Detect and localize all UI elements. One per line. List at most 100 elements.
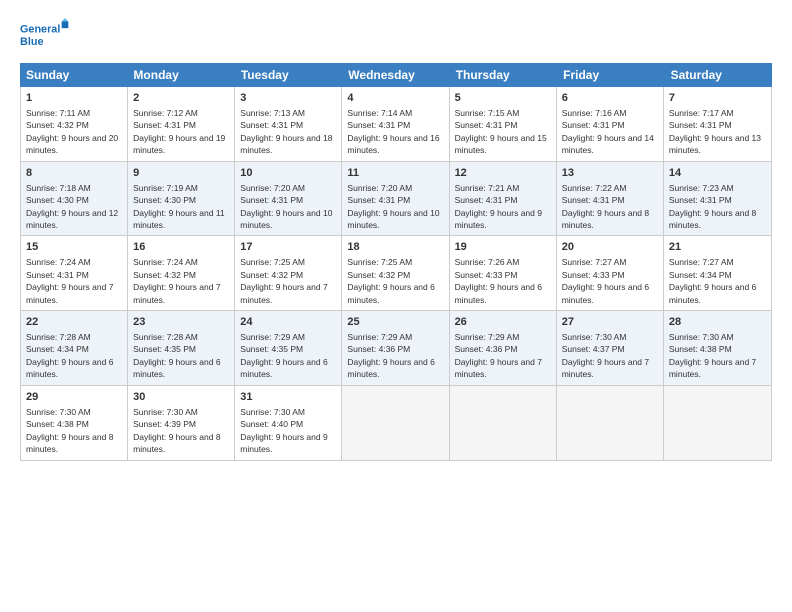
day-daylight: Daylight: 9 hours and 7 minutes.: [133, 282, 220, 304]
day-daylight: Daylight: 9 hours and 16 minutes.: [347, 133, 439, 155]
day-number: 8: [26, 166, 122, 181]
calendar-body-outer: 1Sunrise: 7:11 AMSunset: 4:32 PMDaylight…: [20, 87, 772, 461]
day-daylight: Daylight: 9 hours and 8 minutes.: [669, 208, 756, 230]
calendar-cell: 3Sunrise: 7:13 AMSunset: 4:31 PMDaylight…: [235, 87, 342, 161]
calendar-cell: 21Sunrise: 7:27 AMSunset: 4:34 PMDayligh…: [664, 236, 771, 310]
day-sunrise: Sunrise: 7:21 AM: [455, 183, 520, 193]
day-sunrise: Sunrise: 7:20 AM: [347, 183, 412, 193]
calendar-row-3: 15Sunrise: 7:24 AMSunset: 4:31 PMDayligh…: [21, 236, 771, 311]
calendar-cell: 1Sunrise: 7:11 AMSunset: 4:32 PMDaylight…: [21, 87, 128, 161]
day-daylight: Daylight: 9 hours and 9 minutes.: [240, 432, 327, 454]
calendar-cell: 2Sunrise: 7:12 AMSunset: 4:31 PMDaylight…: [128, 87, 235, 161]
day-number: 2: [133, 91, 229, 106]
day-sunset: Sunset: 4:32 PM: [26, 120, 89, 130]
day-number: 22: [26, 315, 122, 330]
day-sunrise: Sunrise: 7:14 AM: [347, 108, 412, 118]
calendar-cell: [664, 386, 771, 460]
day-sunrise: Sunrise: 7:24 AM: [26, 257, 91, 267]
day-daylight: Daylight: 9 hours and 8 minutes.: [562, 208, 649, 230]
day-daylight: Daylight: 9 hours and 6 minutes.: [455, 282, 542, 304]
day-number: 5: [455, 91, 551, 106]
day-sunrise: Sunrise: 7:30 AM: [133, 407, 198, 417]
calendar-row-2: 8Sunrise: 7:18 AMSunset: 4:30 PMDaylight…: [21, 162, 771, 237]
day-number: 6: [562, 91, 658, 106]
day-number: 9: [133, 166, 229, 181]
calendar-cell: 8Sunrise: 7:18 AMSunset: 4:30 PMDaylight…: [21, 162, 128, 236]
day-number: 24: [240, 315, 336, 330]
day-sunrise: Sunrise: 7:12 AM: [133, 108, 198, 118]
day-number: 12: [455, 166, 551, 181]
day-sunset: Sunset: 4:40 PM: [240, 419, 303, 429]
day-number: 19: [455, 240, 551, 255]
day-sunset: Sunset: 4:31 PM: [562, 195, 625, 205]
day-number: 11: [347, 166, 443, 181]
calendar-header: SundayMondayTuesdayWednesdayThursdayFrid…: [20, 63, 772, 87]
day-sunset: Sunset: 4:31 PM: [669, 195, 732, 205]
day-sunset: Sunset: 4:35 PM: [133, 344, 196, 354]
day-number: 20: [562, 240, 658, 255]
header-day-saturday: Saturday: [665, 63, 772, 87]
day-sunset: Sunset: 4:38 PM: [26, 419, 89, 429]
day-sunset: Sunset: 4:31 PM: [669, 120, 732, 130]
calendar-cell: 30Sunrise: 7:30 AMSunset: 4:39 PMDayligh…: [128, 386, 235, 460]
calendar-cell: 18Sunrise: 7:25 AMSunset: 4:32 PMDayligh…: [342, 236, 449, 310]
day-sunset: Sunset: 4:31 PM: [347, 120, 410, 130]
day-sunset: Sunset: 4:34 PM: [26, 344, 89, 354]
calendar-cell: 20Sunrise: 7:27 AMSunset: 4:33 PMDayligh…: [557, 236, 664, 310]
day-number: 17: [240, 240, 336, 255]
day-sunrise: Sunrise: 7:29 AM: [455, 332, 520, 342]
day-sunset: Sunset: 4:34 PM: [669, 270, 732, 280]
page: General Blue SundayMondayTuesdayWednesda…: [0, 0, 792, 612]
day-sunrise: Sunrise: 7:22 AM: [562, 183, 627, 193]
day-number: 28: [669, 315, 766, 330]
day-sunset: Sunset: 4:31 PM: [562, 120, 625, 130]
day-number: 3: [240, 91, 336, 106]
day-daylight: Daylight: 9 hours and 18 minutes.: [240, 133, 332, 155]
day-daylight: Daylight: 9 hours and 8 minutes.: [26, 432, 113, 454]
calendar-row-1: 1Sunrise: 7:11 AMSunset: 4:32 PMDaylight…: [21, 87, 771, 162]
day-number: 15: [26, 240, 122, 255]
day-number: 27: [562, 315, 658, 330]
calendar-cell: 24Sunrise: 7:29 AMSunset: 4:35 PMDayligh…: [235, 311, 342, 385]
logo-svg: General Blue: [20, 15, 70, 53]
calendar-cell: 5Sunrise: 7:15 AMSunset: 4:31 PMDaylight…: [450, 87, 557, 161]
day-sunrise: Sunrise: 7:29 AM: [347, 332, 412, 342]
day-sunset: Sunset: 4:35 PM: [240, 344, 303, 354]
calendar-cell: 12Sunrise: 7:21 AMSunset: 4:31 PMDayligh…: [450, 162, 557, 236]
day-number: 1: [26, 91, 122, 106]
day-number: 31: [240, 390, 336, 405]
calendar-cell: 19Sunrise: 7:26 AMSunset: 4:33 PMDayligh…: [450, 236, 557, 310]
day-daylight: Daylight: 9 hours and 15 minutes.: [455, 133, 547, 155]
day-number: 7: [669, 91, 766, 106]
day-sunset: Sunset: 4:32 PM: [347, 270, 410, 280]
calendar-cell: 6Sunrise: 7:16 AMSunset: 4:31 PMDaylight…: [557, 87, 664, 161]
day-sunrise: Sunrise: 7:19 AM: [133, 183, 198, 193]
calendar: SundayMondayTuesdayWednesdayThursdayFrid…: [20, 63, 772, 597]
svg-text:General: General: [20, 23, 60, 35]
day-sunset: Sunset: 4:30 PM: [133, 195, 196, 205]
day-number: 16: [133, 240, 229, 255]
day-sunset: Sunset: 4:31 PM: [455, 195, 518, 205]
day-sunrise: Sunrise: 7:30 AM: [26, 407, 91, 417]
day-sunset: Sunset: 4:39 PM: [133, 419, 196, 429]
header: General Blue: [20, 15, 772, 53]
day-number: 30: [133, 390, 229, 405]
day-sunrise: Sunrise: 7:28 AM: [133, 332, 198, 342]
day-daylight: Daylight: 9 hours and 6 minutes.: [562, 282, 649, 304]
calendar-cell: [342, 386, 449, 460]
header-day-thursday: Thursday: [450, 63, 557, 87]
day-number: 4: [347, 91, 443, 106]
day-number: 26: [455, 315, 551, 330]
day-daylight: Daylight: 9 hours and 7 minutes.: [240, 282, 327, 304]
calendar-cell: 25Sunrise: 7:29 AMSunset: 4:36 PMDayligh…: [342, 311, 449, 385]
header-day-monday: Monday: [127, 63, 234, 87]
day-sunset: Sunset: 4:31 PM: [347, 195, 410, 205]
day-number: 21: [669, 240, 766, 255]
calendar-cell: 22Sunrise: 7:28 AMSunset: 4:34 PMDayligh…: [21, 311, 128, 385]
day-sunrise: Sunrise: 7:26 AM: [455, 257, 520, 267]
day-sunrise: Sunrise: 7:28 AM: [26, 332, 91, 342]
day-sunrise: Sunrise: 7:24 AM: [133, 257, 198, 267]
day-number: 29: [26, 390, 122, 405]
day-number: 23: [133, 315, 229, 330]
day-sunset: Sunset: 4:31 PM: [133, 120, 196, 130]
